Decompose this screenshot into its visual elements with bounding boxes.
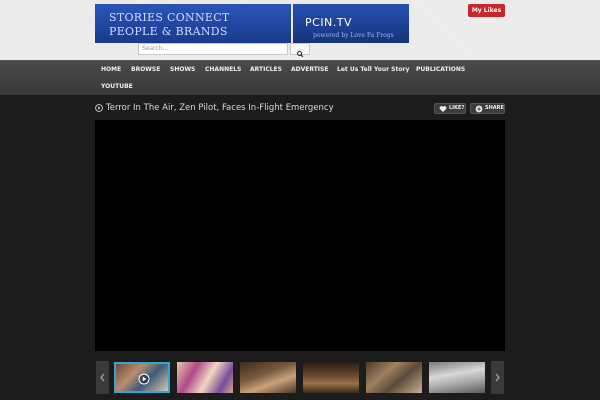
nav-shows[interactable]: SHOWS	[170, 66, 195, 73]
nav-youtube[interactable]: YOUTUBE	[101, 83, 133, 90]
carousel-next-button[interactable]	[491, 361, 504, 394]
video-title: Terror In The Air, Zen Pilot, Faces In-F…	[106, 103, 334, 113]
carousel-prev-button[interactable]	[96, 361, 109, 394]
share-button[interactable]: SHARE	[470, 103, 505, 114]
like-button[interactable]: LIKE?	[434, 103, 466, 114]
main-nav: HOME BROWSE SHOWS CHANNELS ARTICLES ADVE…	[0, 60, 600, 95]
banner-line-1: STORIES CONNECT	[109, 11, 230, 24]
banner-slogan: STORIES CONNECT PEOPLE & BRANDS	[95, 4, 291, 43]
video-player[interactable]	[95, 120, 505, 351]
video-thumbnail-4[interactable]	[303, 362, 359, 393]
nav-browse[interactable]: BROWSE	[131, 66, 160, 73]
video-thumbnail-5[interactable]	[366, 362, 422, 393]
site-header: STORIES CONNECT PEOPLE & BRANDS PCIN.TV …	[0, 0, 600, 60]
nav-channels[interactable]: CHANNELS	[205, 66, 241, 73]
video-thumbnail-1[interactable]	[114, 362, 170, 393]
like-label: LIKE?	[449, 105, 465, 111]
chevron-right-icon	[495, 373, 500, 382]
play-circle-icon	[95, 104, 103, 112]
video-thumbnail-3[interactable]	[240, 362, 296, 393]
plus-circle-icon	[475, 105, 483, 113]
heart-icon	[439, 106, 447, 113]
powered-by-text: powered by Love Fa Frogs	[313, 32, 394, 39]
nav-articles[interactable]: ARTICLES	[250, 66, 282, 73]
nav-publications[interactable]: PUBLICATIONS	[416, 66, 465, 73]
search-button[interactable]	[290, 43, 310, 58]
banner-ad[interactable]: STORIES CONNECT PEOPLE & BRANDS PCIN.TV …	[95, 4, 409, 43]
nav-tell-your-story[interactable]: Let Us Tell Your Story	[337, 66, 409, 73]
my-likes-button[interactable]: My Likes	[468, 4, 505, 17]
share-label: SHARE	[485, 105, 504, 111]
search-input[interactable]: Search...	[138, 43, 288, 55]
play-circle-icon	[138, 373, 150, 385]
search-icon	[297, 51, 304, 58]
nav-home[interactable]: HOME	[101, 66, 121, 73]
video-thumbnail-6[interactable]	[429, 362, 485, 393]
banner-line-2: PEOPLE & BRANDS	[109, 25, 228, 38]
nav-advertise[interactable]: ADVERTISE	[291, 66, 328, 73]
banner-logo: PCIN.TV powered by Love Fa Frogs	[293, 4, 409, 43]
video-thumbnail-2[interactable]	[177, 362, 233, 393]
site-logo-text: PCIN.TV	[305, 16, 353, 29]
chevron-left-icon	[100, 373, 105, 382]
